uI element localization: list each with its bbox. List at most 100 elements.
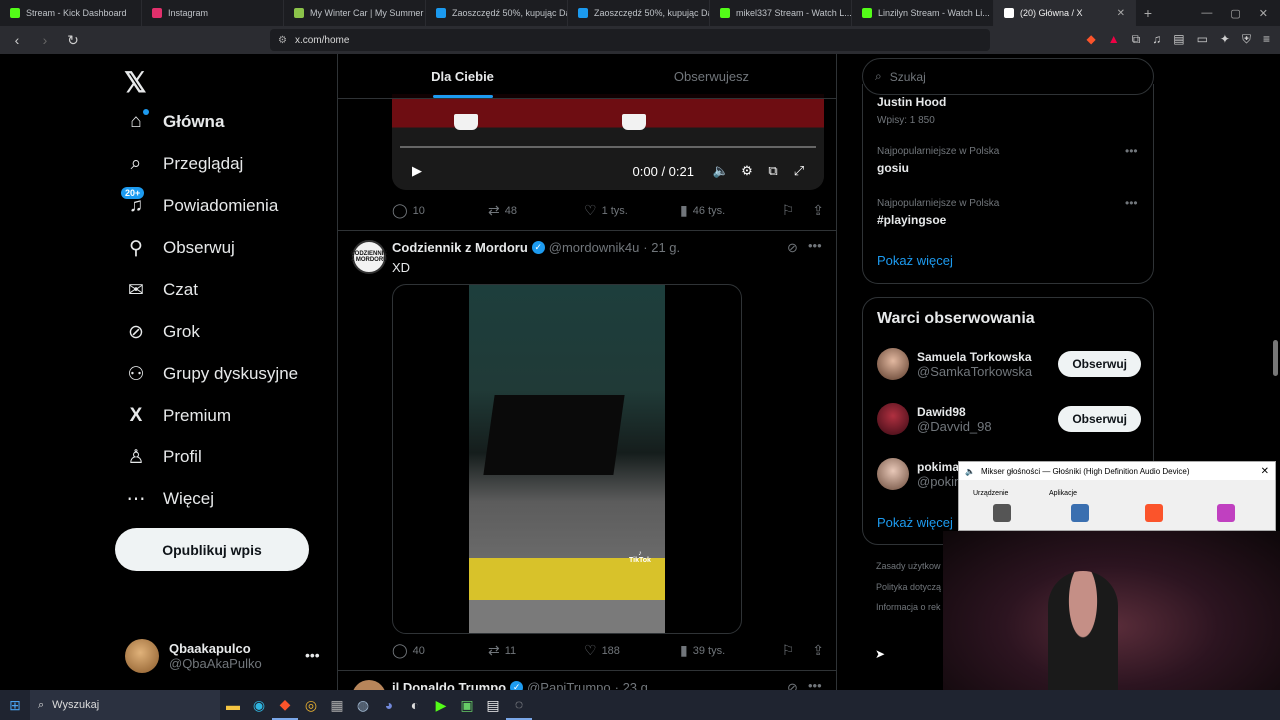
browser-tab[interactable]: Linzilyn Stream - Watch Li...	[852, 0, 994, 26]
media-icon[interactable]: ♫	[1152, 32, 1161, 47]
author-handle[interactable]: @mordownik4u	[549, 240, 640, 255]
nav-item-communities[interactable]: ⚇ Grupy dyskusyjne	[125, 363, 298, 385]
browser-tab[interactable]: Stream - Kick Dashboard	[0, 0, 142, 26]
author-name[interactable]: il Donaldo Trumpo	[392, 680, 506, 690]
nav-item-premium[interactable]: X Premium	[125, 405, 231, 427]
more-options-icon[interactable]: •••	[808, 678, 822, 690]
close-icon[interactable]: ✕	[1261, 466, 1269, 477]
url-text[interactable]: x.com/home	[295, 35, 349, 46]
nav-item-home[interactable]: ⌂ Główna	[125, 109, 224, 133]
grok-icon[interactable]: ⊘	[787, 680, 798, 690]
repost-button[interactable]: ⇄ 11	[488, 642, 584, 659]
new-tab-icon[interactable]: +	[1136, 5, 1160, 21]
brave-icon[interactable]	[1145, 504, 1163, 522]
show-more-link[interactable]: Pokaż więcej	[877, 253, 953, 268]
author-handle[interactable]: @PapiTrumpo	[527, 680, 611, 690]
author-name[interactable]: Codziennik z Mordoru	[392, 240, 528, 255]
leo-icon[interactable]: ✦	[1220, 32, 1230, 47]
site-settings-icon[interactable]: ⚙	[278, 35, 287, 46]
brave-shields-icon[interactable]: ◆	[1087, 32, 1096, 47]
trend-item[interactable]: Najpopularniejsze w Polska gosiu •••	[877, 144, 1138, 175]
show-more-link[interactable]: Pokaż więcej	[877, 515, 953, 530]
menu-icon[interactable]: ≡	[1263, 32, 1270, 47]
minimize-icon[interactable]: —	[1201, 7, 1212, 20]
more-options-icon[interactable]: •••	[808, 238, 822, 253]
nav-item-more[interactable]: ⋯ Więcej	[125, 488, 215, 510]
reply-button[interactable]: ◯ 40	[392, 642, 488, 659]
browser-tab[interactable]: Zaoszczędź 50%, kupując Dart...	[568, 0, 710, 26]
system-sounds-icon[interactable]	[1071, 504, 1089, 522]
nav-item-chat[interactable]: ✉ Czat	[125, 279, 198, 301]
brave-icon[interactable]: ◆	[272, 690, 298, 720]
views-button[interactable]: ▮ 46 tys.	[680, 202, 776, 219]
file-explorer-icon[interactable]: ▬	[220, 690, 246, 720]
browser-tab[interactable]: mikel337 Stream - Watch L...	[710, 0, 852, 26]
bookmark-icon[interactable]: ⚐	[782, 642, 795, 659]
browser-tab[interactable]: Zaoszczędź 50%, kupując Dart...	[426, 0, 568, 26]
nav-item-follow[interactable]: ⚲ Obserwuj	[125, 237, 235, 259]
vpn-icon[interactable]: ⛨	[1242, 32, 1251, 47]
share-icon[interactable]: ⇪	[812, 202, 824, 219]
trend-item[interactable]: Najpopularniejsze w Polska #playingsoe •…	[877, 196, 1138, 227]
footer-link[interactable]: Zasady użytkow	[876, 561, 941, 571]
more-options-icon[interactable]: •••	[1125, 196, 1138, 210]
nav-item-explore[interactable]: ⌕ Przeglądaj	[125, 153, 244, 175]
settings-icon[interactable]: ⚙	[734, 163, 760, 179]
post-button[interactable]: Opublikuj wpis	[115, 528, 309, 571]
close-window-icon[interactable]: ✕	[1259, 7, 1268, 20]
audio-icon[interactable]: ◌	[506, 690, 532, 720]
pip-icon[interactable]: ⧉	[760, 163, 786, 179]
brave-rewards-icon[interactable]: ▲	[1108, 32, 1120, 47]
video-progress-bar[interactable]	[400, 146, 816, 148]
search-input[interactable]: ⌕ Szukaj	[862, 58, 1154, 95]
tab-for-you[interactable]: Dla Ciebie	[338, 54, 587, 98]
post-video[interactable]: ♪ TikTok	[392, 284, 742, 634]
chrome-icon[interactable]: ◎	[298, 690, 324, 720]
avatar[interactable]: CODZIENNIK Z MORDORU	[350, 240, 388, 274]
app-icon[interactable]: ▦	[324, 690, 350, 720]
nav-item-profile[interactable]: ♙ Profil	[125, 446, 201, 468]
nav-item-notifications[interactable]: ♫ 20+ Powiadomienia	[121, 187, 278, 217]
back-icon[interactable]: ‹	[8, 32, 26, 48]
bookmark-icon[interactable]: ⚐	[782, 202, 795, 219]
close-tab-icon[interactable]: ✕	[1117, 8, 1125, 19]
browser-tab[interactable]: Instagram	[142, 0, 284, 26]
reply-button[interactable]: ◯ 10	[392, 202, 488, 219]
trend-item[interactable]: Justin Hood Wpisy: 1 850	[877, 95, 946, 126]
grok-icon[interactable]: ⊘	[787, 240, 798, 256]
sidebar-icon[interactable]: ▤	[1173, 32, 1184, 47]
volume-icon[interactable]: 🔈	[708, 163, 734, 179]
views-button[interactable]: ▮ 39 tys.	[680, 642, 776, 659]
maximize-icon[interactable]: ▢	[1230, 7, 1240, 20]
share-icon[interactable]: ⇪	[812, 642, 824, 659]
post-time[interactable]: · 21 g.	[643, 240, 680, 255]
follow-button[interactable]: Obserwuj	[1058, 406, 1141, 432]
app-icon[interactable]	[1217, 504, 1235, 522]
reload-icon[interactable]: ↻	[64, 32, 82, 49]
extensions-icon[interactable]: ⧉	[1132, 32, 1141, 47]
video-player[interactable]: ▶ 0:00 / 0:21 🔈 ⚙ ⧉ ⤢	[392, 94, 824, 190]
game-icon[interactable]: ▣	[454, 690, 480, 720]
speaker-device-icon[interactable]	[993, 504, 1011, 522]
scrollbar-thumb[interactable]	[1273, 340, 1278, 376]
epic-games-icon[interactable]: ▤	[480, 690, 506, 720]
like-button[interactable]: ♡ 188	[584, 642, 680, 659]
obs-icon[interactable]: ◐	[402, 690, 428, 720]
post-time[interactable]: · 23 g.	[615, 680, 652, 690]
footer-link[interactable]: Informacja o rek	[876, 602, 941, 612]
follow-button[interactable]: Obserwuj	[1058, 351, 1141, 377]
repost-button[interactable]: ⇄ 48	[488, 202, 584, 219]
windows-start-icon[interactable]: ⊞	[0, 697, 30, 714]
fullscreen-icon[interactable]: ⤢	[786, 163, 812, 179]
edge-icon[interactable]: ◉	[246, 690, 272, 720]
x-logo-icon[interactable]: 𝕏	[124, 66, 147, 99]
nav-item-grok[interactable]: ⊘ Grok	[125, 321, 200, 343]
follow-suggestion[interactable]: Dawid98 @Davvid_98 Obserwuj	[877, 403, 1141, 435]
wallet-icon[interactable]: ▭	[1197, 32, 1208, 47]
play-icon[interactable]: ▶	[404, 163, 430, 179]
tab-following[interactable]: Obserwujesz	[587, 54, 836, 98]
account-switcher[interactable]: Qbaakapulco @QbaAkaPulko •••	[125, 639, 320, 673]
more-options-icon[interactable]: •••	[305, 647, 320, 663]
browser-tab-active[interactable]: (20) Główna / X ✕	[994, 0, 1136, 26]
footer-link[interactable]: Polityka dotyczą	[876, 582, 941, 592]
